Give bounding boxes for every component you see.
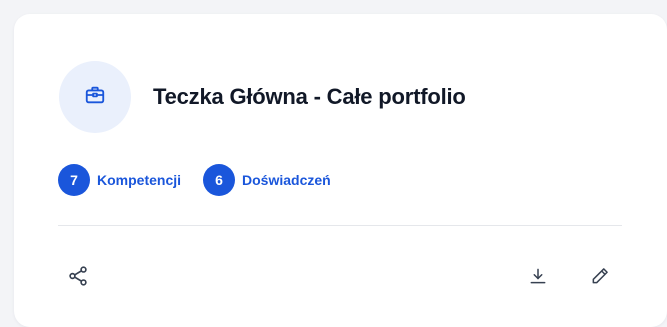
card-header: Teczka Główna - Całe portfolio	[59, 61, 466, 133]
briefcase-icon-container	[59, 61, 131, 133]
edit-button[interactable]	[586, 264, 614, 292]
competencies-badge[interactable]: 7 Kompetencji	[58, 164, 181, 196]
briefcase-icon	[84, 84, 106, 111]
competencies-count: 7	[58, 164, 90, 196]
competencies-label: Kompetencji	[97, 172, 182, 188]
experiences-label: Doświadczeń	[242, 172, 331, 188]
share-button[interactable]	[64, 264, 92, 292]
download-button[interactable]	[524, 264, 552, 292]
card-title: Teczka Główna - Całe portfolio	[153, 84, 466, 109]
download-icon	[528, 266, 548, 291]
stats-badges: 7 Kompetencji 6 Doświadczeń	[58, 164, 353, 196]
experiences-count: 6	[203, 164, 236, 196]
experiences-badge[interactable]: 6 Doświadczeń	[203, 164, 331, 196]
edit-icon	[590, 266, 610, 291]
card-divider	[58, 225, 622, 226]
share-icon	[67, 265, 89, 292]
portfolio-card: Teczka Główna - Całe portfolio 7 Kompete…	[14, 14, 667, 327]
